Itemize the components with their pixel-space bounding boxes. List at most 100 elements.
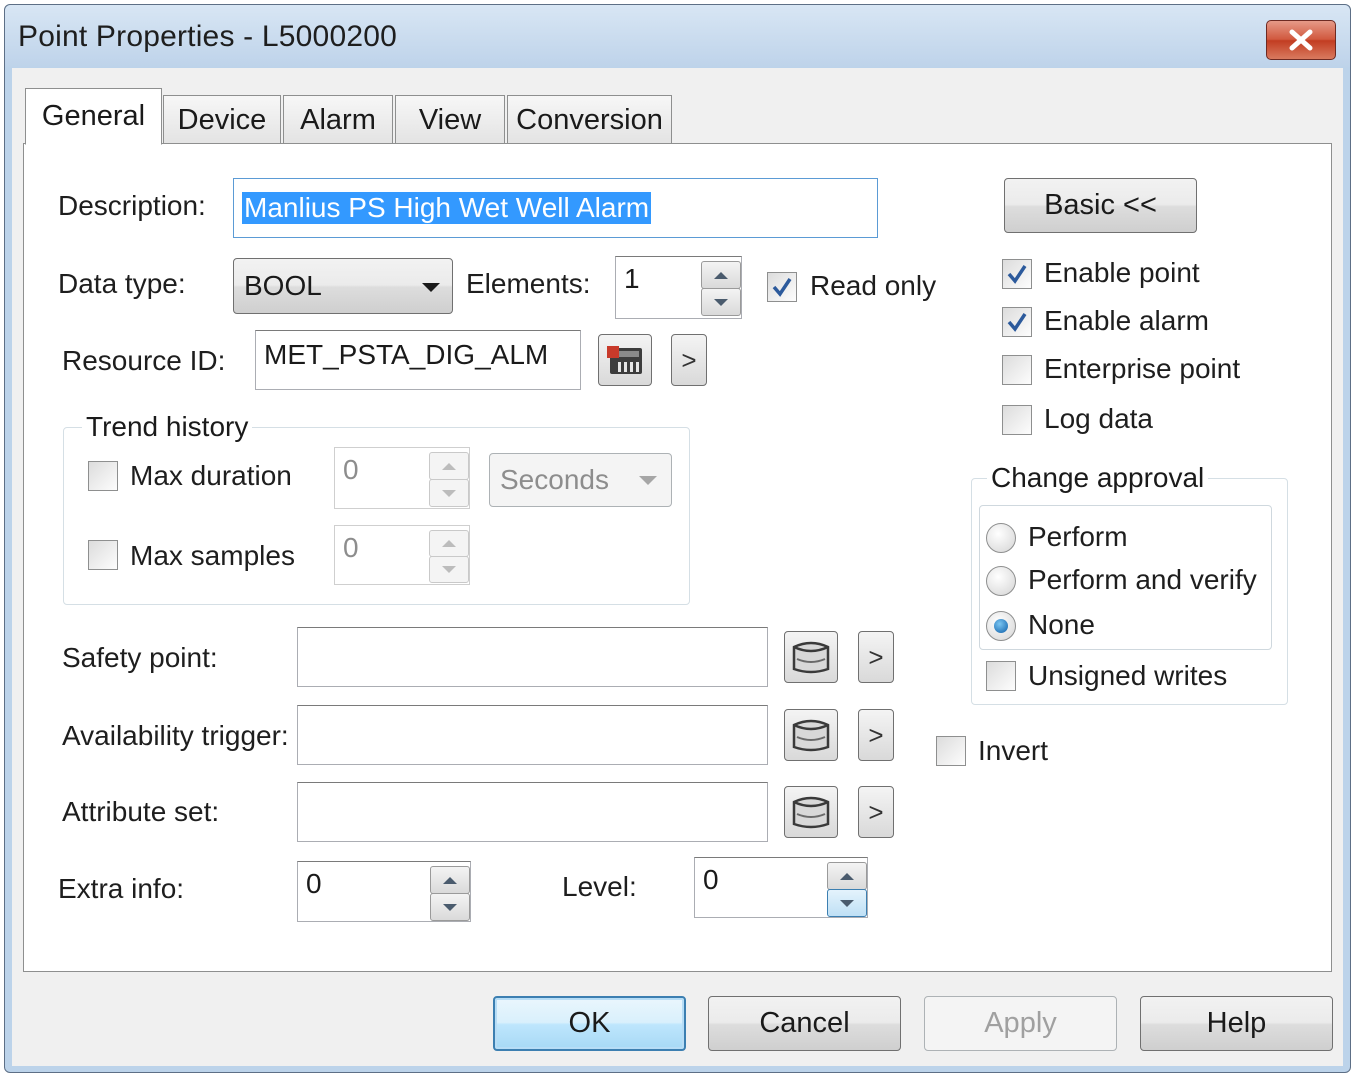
chevron-down-icon — [422, 283, 440, 292]
unsigned-writes-checkbox[interactable] — [986, 661, 1016, 691]
availability-trigger-browse-button[interactable] — [784, 709, 838, 761]
ok-button[interactable]: OK — [493, 996, 686, 1051]
enable-alarm-checkbox[interactable] — [1002, 307, 1032, 337]
safety-point-input[interactable] — [297, 627, 768, 687]
max-samples-stepper[interactable]: 0 — [334, 525, 470, 585]
extra-info-spin-up[interactable] — [430, 866, 470, 894]
description-input[interactable]: Manlius PS High Wet Well Alarm — [233, 178, 878, 238]
availability-trigger-expand-button[interactable]: > — [858, 709, 894, 761]
checkmark-icon — [1007, 313, 1027, 332]
invert-label: Invert — [978, 735, 1049, 766]
resource-id-input[interactable]: MET_PSTA_DIG_ALM — [255, 330, 581, 390]
spin-down-icon — [840, 899, 854, 907]
elements-value: 1 — [624, 263, 640, 294]
availability-trigger-label: Availability trigger: — [62, 720, 289, 751]
description-label: Description: — [58, 190, 206, 221]
tab-label: Conversion — [516, 103, 663, 136]
enterprise-point-checkbox[interactable] — [1002, 355, 1032, 385]
spin-up-icon — [442, 540, 456, 547]
none-label: None — [1028, 609, 1095, 640]
basic-toggle-button[interactable]: Basic << — [1004, 178, 1197, 233]
spin-down-icon — [443, 903, 457, 911]
max-samples-label: Max samples — [130, 540, 295, 571]
elements-spin-up[interactable] — [701, 261, 741, 289]
change-approval-title: Change approval — [987, 462, 1209, 494]
read-only-checkbox[interactable] — [767, 272, 797, 302]
extra-info-label: Extra info: — [58, 873, 185, 904]
spin-up-icon — [714, 271, 728, 279]
perform-radio[interactable] — [986, 523, 1016, 553]
data-type-select[interactable]: BOOL — [233, 258, 453, 314]
spin-up-icon — [443, 876, 457, 884]
help-button[interactable]: Help — [1140, 996, 1333, 1051]
spin-up-icon — [442, 462, 456, 470]
close-icon — [1289, 29, 1313, 51]
log-data-checkbox[interactable] — [1002, 405, 1032, 435]
resource-id-value: MET_PSTA_DIG_ALM — [264, 339, 549, 370]
level-stepper[interactable]: 0 — [694, 857, 868, 918]
max-duration-spin-up[interactable] — [429, 452, 469, 480]
max-samples-checkbox[interactable] — [88, 540, 118, 570]
window-title: Point Properties - L5000200 — [18, 20, 397, 53]
basic-button-label: Basic << — [1044, 189, 1157, 221]
tab-alarm[interactable]: Alarm — [283, 95, 393, 144]
close-button[interactable] — [1266, 20, 1336, 60]
ok-label: OK — [568, 1007, 611, 1039]
attribute-set-expand-button[interactable]: > — [858, 786, 894, 838]
enable-alarm-label: Enable alarm — [1044, 305, 1209, 336]
arrow-label: > — [868, 719, 884, 750]
spin-down-icon — [442, 489, 456, 497]
elements-spin-down[interactable] — [701, 288, 741, 316]
unsigned-writes-label: Unsigned writes — [1028, 660, 1228, 691]
elements-stepper[interactable]: 1 — [615, 256, 742, 319]
perform-verify-radio[interactable] — [986, 566, 1016, 596]
perform-label: Perform — [1028, 521, 1128, 552]
tab-device[interactable]: Device — [163, 95, 281, 144]
checkmark-icon — [1007, 265, 1027, 284]
tab-conversion[interactable]: Conversion — [507, 95, 672, 144]
tab-view[interactable]: View — [395, 95, 505, 144]
level-spin-up[interactable] — [827, 862, 867, 890]
resource-expand-button[interactable]: > — [671, 334, 707, 386]
resource-browse-icon — [607, 346, 642, 374]
tab-label: Alarm — [300, 103, 376, 136]
extra-info-spin-down[interactable] — [430, 893, 470, 921]
elements-label: Elements: — [466, 268, 591, 299]
safety-point-label: Safety point: — [62, 642, 218, 673]
none-radio[interactable] — [986, 611, 1016, 641]
extra-info-stepper[interactable]: 0 — [297, 861, 471, 922]
checkmark-icon — [772, 278, 792, 297]
duration-unit-select[interactable]: Seconds — [489, 453, 672, 507]
max-duration-checkbox[interactable] — [88, 461, 118, 491]
level-spin-down[interactable] — [827, 889, 867, 917]
attribute-set-input[interactable] — [297, 782, 768, 842]
resource-browse-button[interactable] — [598, 334, 652, 386]
spin-down-icon — [442, 566, 456, 573]
tab-label: General — [41, 100, 146, 132]
enable-point-checkbox[interactable] — [1002, 259, 1032, 289]
safety-point-expand-button[interactable]: > — [858, 631, 894, 683]
tab-general[interactable]: General — [25, 88, 162, 145]
spin-up-icon — [840, 872, 854, 880]
max-duration-label: Max duration — [130, 460, 292, 491]
cancel-button[interactable]: Cancel — [708, 996, 901, 1051]
arrow-label: > — [868, 796, 884, 827]
duration-unit-value: Seconds — [500, 464, 609, 495]
description-value: Manlius PS High Wet Well Alarm — [242, 192, 652, 224]
safety-point-browse-button[interactable] — [784, 631, 838, 683]
point-browse-icon — [792, 719, 830, 752]
trend-history-title: Trend history — [82, 411, 253, 443]
invert-checkbox[interactable] — [936, 736, 966, 766]
enable-point-label: Enable point — [1044, 257, 1200, 288]
max-samples-spin-up[interactable] — [429, 530, 469, 557]
tab-label: Device — [177, 103, 267, 136]
extra-info-value: 0 — [306, 868, 322, 899]
perform-verify-label: Perform and verify — [1028, 564, 1257, 595]
apply-button[interactable]: Apply — [924, 996, 1117, 1051]
max-samples-spin-down[interactable] — [429, 556, 469, 583]
max-duration-stepper[interactable]: 0 — [334, 447, 470, 509]
attribute-set-browse-button[interactable] — [784, 786, 838, 838]
availability-trigger-input[interactable] — [297, 705, 768, 765]
level-label: Level: — [562, 871, 637, 902]
max-duration-spin-down[interactable] — [429, 479, 469, 507]
